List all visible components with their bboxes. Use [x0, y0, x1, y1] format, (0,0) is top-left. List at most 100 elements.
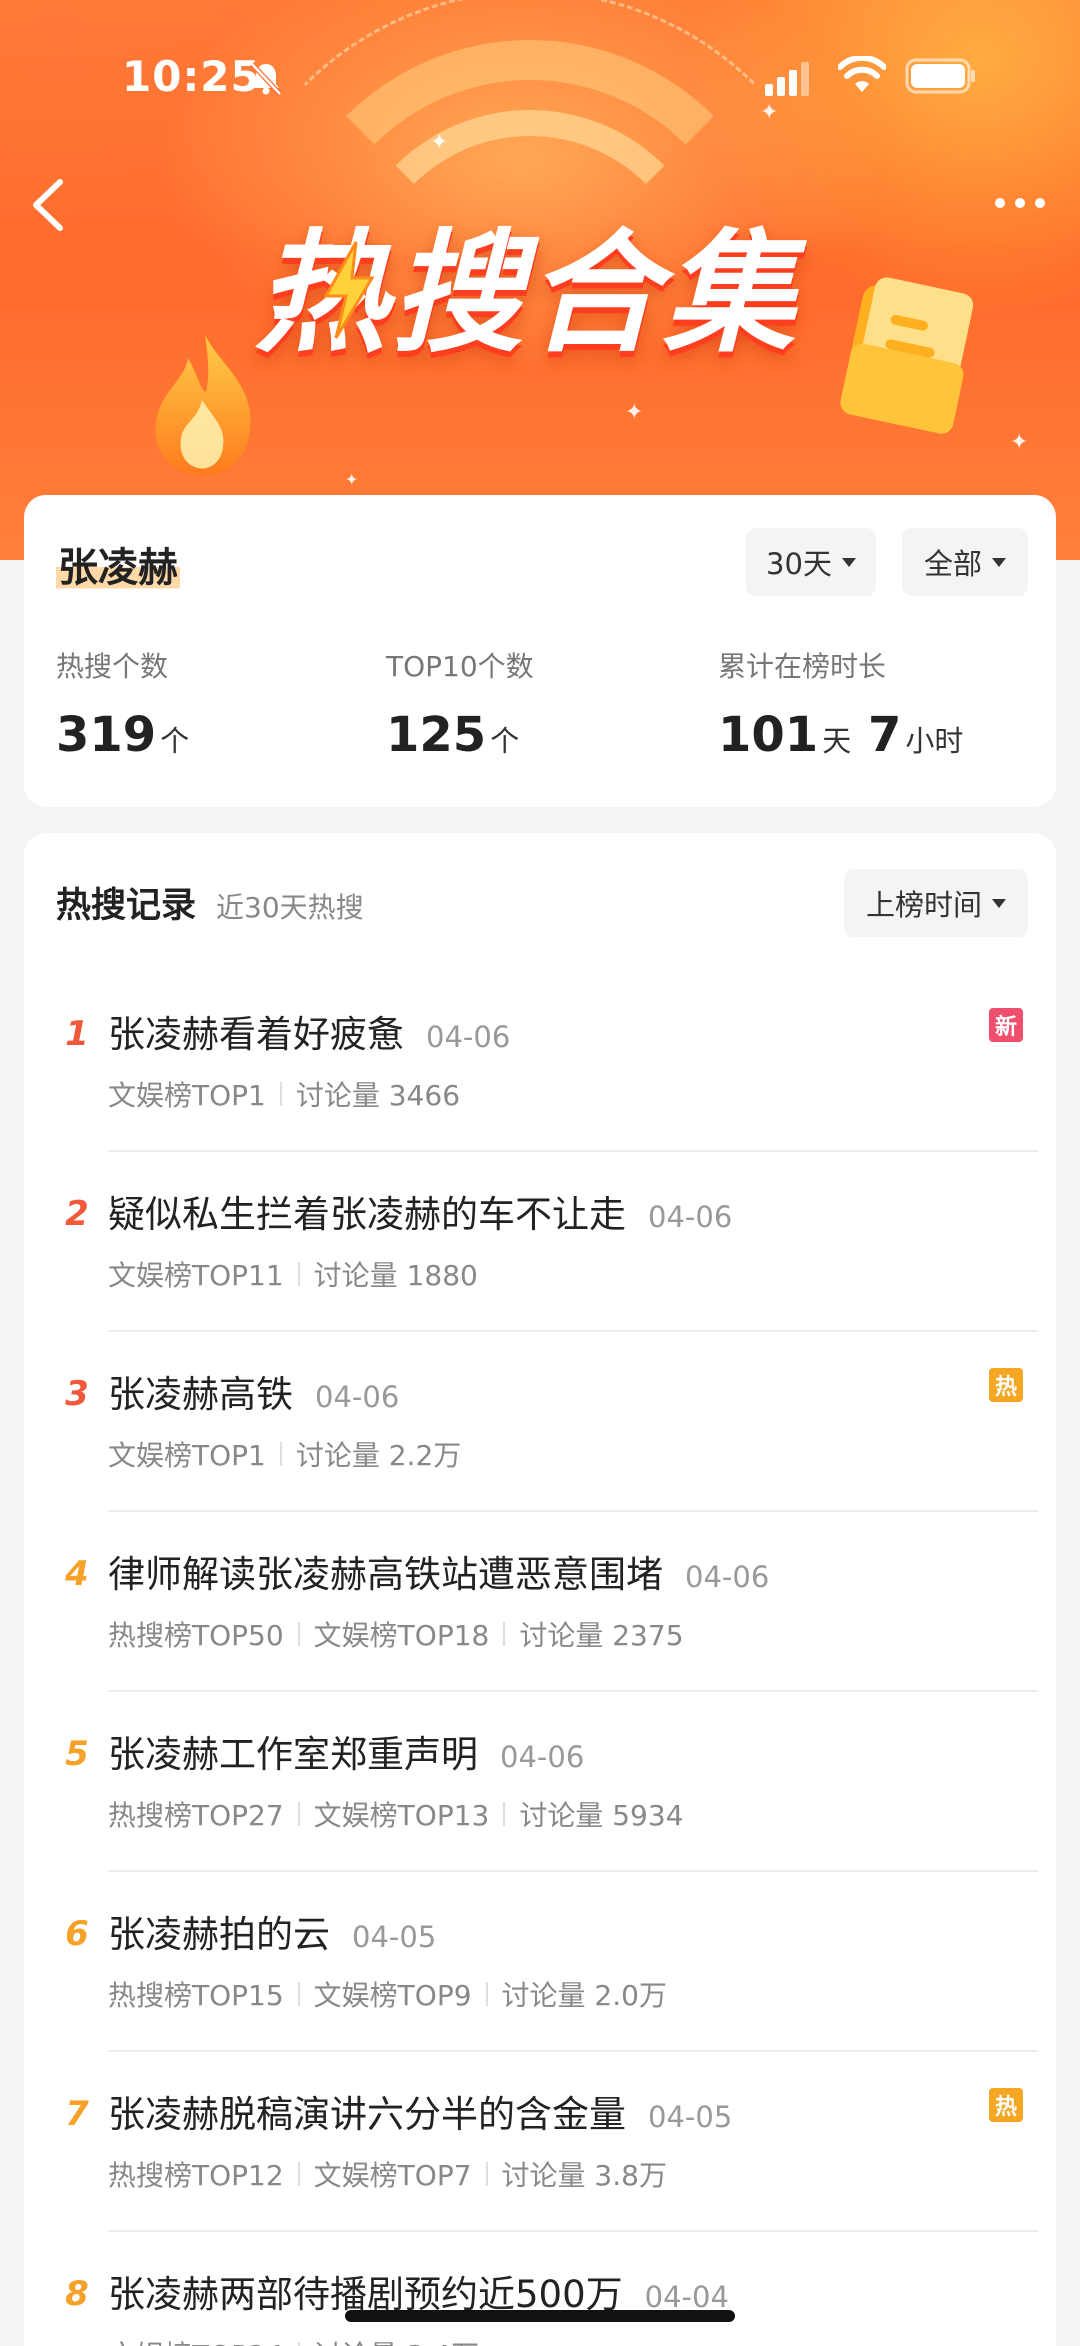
item-title: 张凌赫高铁 [108, 1373, 293, 1416]
list-item[interactable]: 7 张凌赫脱稿演讲六分半的含金量 04-05 热搜榜TOP12 文娱榜TOP7 讨论量 3… [24, 2050, 1056, 2230]
sparkle-icon: ✦ [625, 400, 644, 425]
item-meta: 讨论量 2375 [519, 1619, 684, 1652]
item-meta: 文娱榜TOP24 [108, 2334, 284, 2346]
rank-number: 3 [65, 1374, 89, 1414]
stat-label: 累计在榜时长 [718, 650, 887, 683]
type-filter-label: 全部 [923, 547, 982, 581]
sparkle-icon: ✦ [1010, 430, 1029, 455]
stat-label: 热搜个数 [56, 650, 169, 683]
back-arrow-icon[interactable] [22, 170, 72, 240]
rank-number: 4 [65, 1554, 89, 1594]
hot-badge: 热 [989, 1368, 1023, 1402]
hot-badge: 热 [989, 2088, 1023, 2122]
meta-divider [297, 2162, 300, 2186]
list-item[interactable]: 5 张凌赫工作室郑重声明 04-06 热搜榜TOP27 文娱榜TOP13 讨论量 5934 [24, 1690, 1056, 1870]
list-item[interactable]: 3 张凌赫高铁 04-06 文娱榜TOP1 讨论量 2.2万 热 [24, 1330, 1056, 1510]
list-item[interactable]: 2 疑似私生拦着张凌赫的车不让走 04-06 文娱榜TOP11 讨论量 1880 [24, 1150, 1056, 1330]
records-title: 热搜记录 [56, 886, 197, 926]
home-indicator[interactable] [345, 2310, 735, 2322]
new-badge: 新 [989, 1008, 1023, 1042]
item-meta-row: 文娱榜TOP1 讨论量 3466 [108, 1074, 460, 1114]
item-meta: 文娱榜TOP11 [108, 1259, 284, 1292]
item-date: 04-06 [426, 1020, 511, 1054]
stat-number: 7 [867, 707, 902, 763]
stat-unit: 天 [822, 724, 852, 758]
stat-label: TOP10个数 [386, 650, 534, 683]
item-title-row: 张凌赫拍的云 04-05 [108, 1904, 436, 1958]
meta-divider [503, 1802, 506, 1826]
list-item[interactable]: 1 张凌赫看着好疲惫 04-06 文娱榜TOP1 讨论量 3466 新 [24, 970, 1056, 1150]
list-item[interactable]: 8张凌赫两部待播剧预约近500万04-04文娱榜TOP24讨论量 3.4万 [24, 2230, 1056, 2346]
item-meta: 讨论量 3466 [295, 1079, 461, 1112]
item-meta: 热搜榜TOP50 [108, 1619, 284, 1652]
stat-number: 125 [386, 707, 487, 763]
item-title: 张凌赫脱稿演讲六分半的含金量 [108, 2093, 626, 2136]
item-title-row: 张凌赫高铁 04-06 [108, 1364, 399, 1418]
item-meta-row: 热搜榜TOP15 文娱榜TOP9 讨论量 2.0万 [108, 1974, 667, 2014]
item-meta: 文娱榜TOP9 [313, 1979, 472, 2012]
list-item[interactable]: 4 律师解读张凌赫高铁站遭恶意围堵 04-06 热搜榜TOP50 文娱榜TOP18 讨论量… [24, 1510, 1056, 1690]
item-meta: 讨论量 5934 [519, 1799, 684, 1832]
stat-unit: 小时 [905, 724, 964, 758]
item-meta: 文娱榜TOP18 [313, 1619, 490, 1652]
records-card: 热搜记录 近30天热搜 上榜时间 1 张凌赫看着好疲惫 04-06 文娱榜TOP1 讨论… [24, 833, 1056, 2346]
item-meta: 文娱榜TOP7 [313, 2159, 472, 2192]
item-meta-row: 文娱榜TOP1 讨论量 2.2万 [108, 1434, 461, 1474]
stat-top10-count: TOP10个数 125 个 [386, 645, 534, 763]
days-filter-dropdown[interactable]: 30天 [746, 528, 876, 596]
stat-hot-search-count: 热搜个数 319 个 [56, 645, 189, 763]
item-meta: 讨论量 3.8万 [501, 2159, 667, 2192]
item-title: 疑似私生拦着张凌赫的车不让走 [108, 1193, 626, 1236]
battery-icon [905, 58, 975, 94]
records-list: 1 张凌赫看着好疲惫 04-06 文娱榜TOP1 讨论量 3466 新 2 疑似私生拦着张凌赫… [24, 970, 1056, 2346]
item-meta: 热搜榜TOP12 [108, 2159, 284, 2192]
meta-divider [279, 1082, 282, 1106]
meta-divider [297, 1262, 300, 1286]
item-meta: 热搜榜TOP27 [108, 1799, 284, 1832]
item-title-row: 张凌赫工作室郑重声明 04-06 [108, 1724, 584, 1778]
person-name: 张凌赫 [56, 535, 180, 593]
stat-unit: 个 [490, 724, 520, 758]
item-meta: 文娱榜TOP1 [108, 1439, 266, 1472]
meta-divider [297, 2342, 300, 2346]
more-options-icon[interactable] [990, 188, 1050, 218]
stat-value: 319 个 [56, 707, 189, 763]
sort-label: 上榜时间 [865, 888, 982, 922]
item-date: 04-05 [648, 2100, 733, 2134]
rank-number: 6 [65, 1914, 89, 1954]
lightning-icon [323, 241, 375, 339]
item-meta-row: 文娱榜TOP24 讨论量 3.4万 [108, 2334, 479, 2346]
item-meta: 讨论量 2.2万 [295, 1439, 462, 1472]
meta-divider [503, 1622, 506, 1646]
stat-unit: 个 [160, 724, 190, 758]
item-meta: 讨论量 1880 [313, 1259, 478, 1292]
sort-by-dropdown[interactable]: 上榜时间 [844, 869, 1028, 937]
type-filter-dropdown[interactable]: 全部 [902, 528, 1028, 596]
item-date: 04-05 [352, 1920, 437, 1954]
folder-icon [840, 277, 974, 434]
rank-number: 1 [65, 1014, 89, 1054]
sparkle-icon: ✦ [345, 470, 359, 489]
flame-icon [155, 335, 251, 477]
meta-divider [297, 1982, 300, 2006]
item-title: 张凌赫拍的云 [108, 1913, 330, 1956]
meta-divider [297, 1802, 300, 1826]
item-title-row: 疑似私生拦着张凌赫的车不让走 04-06 [108, 1184, 732, 1238]
stat-total-duration: 累计在榜时长 101 天 7 小时 [718, 645, 963, 763]
status-time: 10:25 [122, 52, 261, 101]
meta-divider [485, 1982, 488, 2006]
item-meta: 讨论量 2.0万 [501, 1979, 667, 2012]
item-meta: 热搜榜TOP15 [108, 1979, 284, 2012]
item-date: 04-06 [648, 1200, 733, 1234]
item-date: 04-06 [685, 1560, 770, 1594]
summary-card: 张凌赫 30天 全部 热搜个数 319 个 TOP10个数 125 个 累计在榜时长… [24, 495, 1056, 807]
item-title-row: 律师解读张凌赫高铁站遭恶意围堵 04-06 [108, 1544, 769, 1598]
rank-number: 2 [65, 1194, 89, 1234]
stat-value: 125 个 [386, 707, 534, 763]
list-item[interactable]: 6 张凌赫拍的云 04-05 热搜榜TOP15 文娱榜TOP9 讨论量 2.0万 [24, 1870, 1056, 2050]
item-meta: 讨论量 3.4万 [314, 2334, 479, 2346]
caret-down-icon [992, 557, 1006, 567]
caret-down-icon [841, 557, 856, 567]
header-banner: ✦ ✦ ✦ ✦ ✦ 热搜合集 10:25 [0, 0, 1080, 560]
meta-divider [297, 1622, 300, 1646]
